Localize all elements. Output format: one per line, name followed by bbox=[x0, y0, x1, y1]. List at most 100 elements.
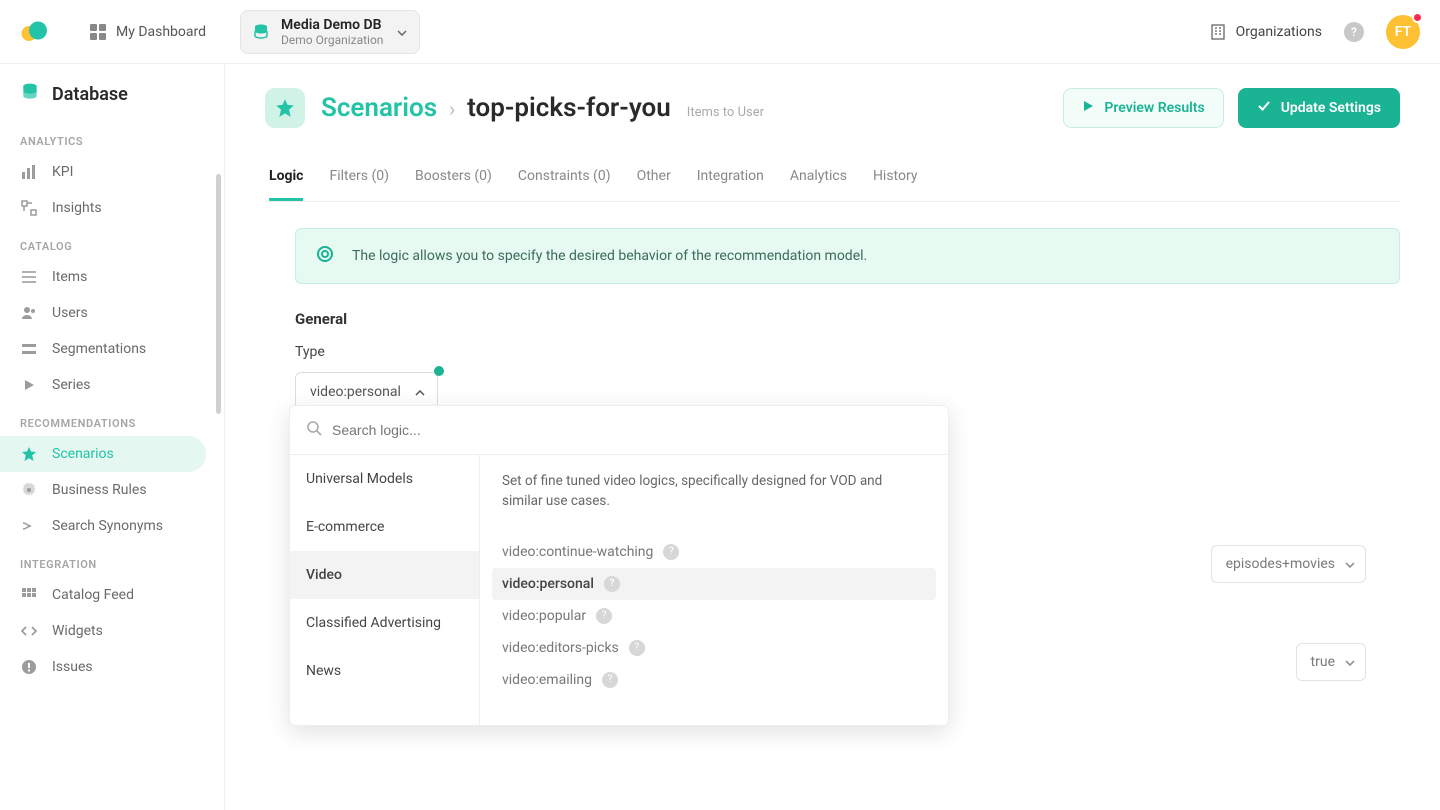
synonym-icon bbox=[20, 518, 38, 534]
option-label: video:personal bbox=[502, 576, 594, 592]
sidebar-item-label: Items bbox=[52, 269, 87, 285]
tab-boosters[interactable]: Boosters (0) bbox=[415, 154, 492, 201]
scrollbar[interactable] bbox=[216, 64, 224, 810]
type-label: Type bbox=[295, 344, 1400, 360]
sidebar-section-recommendations: RECOMMENDATIONS bbox=[0, 403, 222, 436]
category-video[interactable]: Video bbox=[290, 551, 479, 599]
category-news[interactable]: News bbox=[290, 647, 479, 695]
chevron-down-icon bbox=[1345, 556, 1355, 572]
list-icon bbox=[20, 269, 38, 285]
sidebar-item-label: Series bbox=[52, 377, 91, 393]
indicator-dot bbox=[434, 366, 444, 376]
sidebar-item-issues[interactable]: Issues bbox=[0, 649, 206, 685]
building-icon bbox=[1210, 24, 1226, 40]
tab-history[interactable]: History bbox=[873, 154, 918, 201]
help-icon[interactable]: ? bbox=[629, 640, 645, 656]
breadcrumb: Scenarios › top-picks-for-you Items to U… bbox=[321, 93, 764, 123]
select-value: true bbox=[1311, 654, 1335, 670]
check-icon bbox=[1257, 99, 1271, 117]
boolean-select[interactable]: true bbox=[1296, 643, 1366, 681]
sidebar-item-users[interactable]: Users bbox=[0, 295, 206, 331]
sidebar-title: Database bbox=[0, 82, 222, 121]
section-general: General bbox=[295, 310, 1400, 328]
preview-results-button[interactable]: Preview Results bbox=[1063, 88, 1223, 128]
sidebar-section-integration: INTEGRATION bbox=[0, 544, 222, 577]
sidebar-item-label: Catalog Feed bbox=[52, 587, 134, 603]
help-icon[interactable]: ? bbox=[602, 672, 618, 688]
sidebar-item-label: Insights bbox=[52, 200, 102, 216]
option-personal[interactable]: video:personal ? bbox=[492, 568, 936, 600]
sidebar-item-label: Users bbox=[52, 305, 88, 321]
sidebar-item-label: Widgets bbox=[52, 623, 103, 639]
avatar[interactable]: FT bbox=[1386, 15, 1420, 49]
help-icon[interactable]: ? bbox=[1344, 22, 1364, 42]
tab-integration[interactable]: Integration bbox=[697, 154, 764, 201]
database-switcher[interactable]: Media Demo DB Demo Organization bbox=[240, 10, 420, 54]
tab-constraints[interactable]: Constraints (0) bbox=[518, 154, 611, 201]
category-ecommerce[interactable]: E-commerce bbox=[290, 503, 479, 551]
database-icon bbox=[251, 22, 271, 42]
page-icon bbox=[265, 88, 305, 128]
help-icon[interactable]: ? bbox=[604, 576, 620, 592]
chevron-down-icon bbox=[1345, 654, 1355, 670]
organizations-link[interactable]: Organizations bbox=[1210, 24, 1322, 40]
my-dashboard-button[interactable]: My Dashboard bbox=[80, 16, 216, 48]
chevron-right-icon: › bbox=[449, 97, 455, 121]
code-icon bbox=[20, 623, 38, 639]
option-popular[interactable]: video:popular ? bbox=[492, 600, 936, 632]
option-editors-picks[interactable]: video:editors-picks ? bbox=[492, 632, 936, 664]
select-value: episodes+movies bbox=[1226, 556, 1335, 572]
option-continue-watching[interactable]: video:continue-watching ? bbox=[492, 536, 936, 568]
gear-icon bbox=[20, 482, 38, 498]
sidebar-item-kpi[interactable]: KPI bbox=[0, 154, 206, 190]
organizations-label: Organizations bbox=[1236, 24, 1322, 40]
logic-type-dropdown: Universal Models E-commerce Video Classi… bbox=[289, 405, 949, 726]
update-label: Update Settings bbox=[1281, 100, 1381, 116]
option-label: video:continue-watching bbox=[502, 544, 653, 560]
sidebar-item-scenarios[interactable]: Scenarios bbox=[0, 436, 206, 472]
logo bbox=[20, 20, 50, 44]
sidebar-item-search-synonyms[interactable]: Search Synonyms bbox=[0, 508, 206, 544]
db-org: Demo Organization bbox=[281, 33, 383, 47]
sidebar-item-segmentations[interactable]: Segmentations bbox=[0, 331, 206, 367]
dropdown-search bbox=[290, 406, 948, 455]
segments-icon bbox=[20, 341, 38, 357]
search-input[interactable] bbox=[332, 422, 932, 438]
help-icon[interactable]: ? bbox=[663, 544, 679, 560]
tab-other[interactable]: Other bbox=[637, 154, 671, 201]
tab-logic[interactable]: Logic bbox=[269, 154, 303, 201]
sidebar-item-catalog-feed[interactable]: Catalog Feed bbox=[0, 577, 206, 613]
model-variant-select[interactable]: episodes+movies bbox=[1211, 545, 1366, 583]
sidebar-item-items[interactable]: Items bbox=[0, 259, 206, 295]
help-icon[interactable]: ? bbox=[596, 608, 612, 624]
db-name: Media Demo DB bbox=[281, 17, 383, 33]
grid-icon bbox=[20, 587, 38, 603]
my-dashboard-label: My Dashboard bbox=[116, 24, 206, 40]
bar-chart-icon bbox=[20, 164, 38, 180]
info-text: The logic allows you to specify the desi… bbox=[352, 248, 867, 264]
option-label: video:popular bbox=[502, 608, 586, 624]
category-description: Set of fine tuned video logics, specific… bbox=[502, 471, 926, 512]
option-emailing[interactable]: video:emailing ? bbox=[492, 664, 936, 696]
sidebar-item-insights[interactable]: Insights bbox=[0, 190, 206, 226]
apps-icon bbox=[90, 24, 106, 40]
tab-analytics[interactable]: Analytics bbox=[790, 154, 847, 201]
tabs: Logic Filters (0) Boosters (0) Constrain… bbox=[265, 154, 1400, 202]
update-settings-button[interactable]: Update Settings bbox=[1238, 88, 1400, 128]
category-classified[interactable]: Classified Advertising bbox=[290, 599, 479, 647]
dropdown-categories: Universal Models E-commerce Video Classi… bbox=[290, 455, 480, 725]
avatar-initials: FT bbox=[1395, 24, 1411, 40]
tab-filters[interactable]: Filters (0) bbox=[329, 154, 389, 201]
database-icon bbox=[20, 82, 40, 107]
chevron-up-icon bbox=[415, 384, 425, 400]
category-universal[interactable]: Universal Models bbox=[290, 455, 479, 503]
page-title: top-picks-for-you bbox=[467, 93, 671, 123]
sidebar-section-catalog: CATALOG bbox=[0, 226, 222, 259]
preview-label: Preview Results bbox=[1104, 100, 1204, 116]
users-icon bbox=[20, 305, 38, 321]
sidebar-item-series[interactable]: Series bbox=[0, 367, 206, 403]
breadcrumb-root[interactable]: Scenarios bbox=[321, 93, 437, 123]
play-icon bbox=[1082, 100, 1094, 116]
sidebar-item-business-rules[interactable]: Business Rules bbox=[0, 472, 206, 508]
sidebar-item-widgets[interactable]: Widgets bbox=[0, 613, 206, 649]
